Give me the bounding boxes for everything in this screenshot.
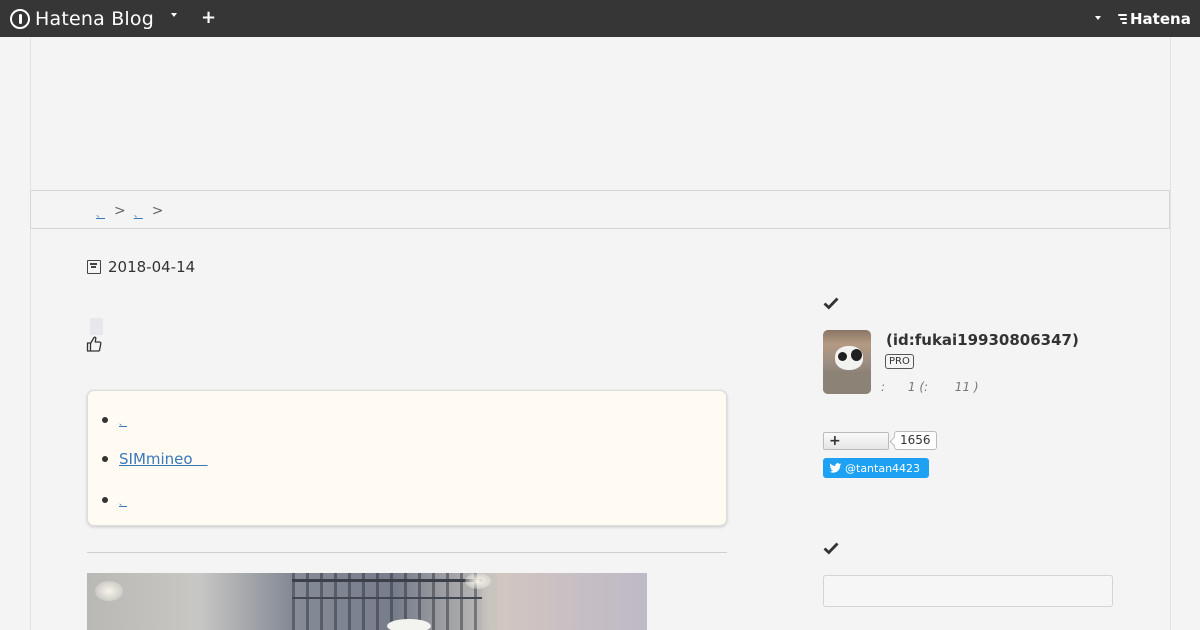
pro-badge[interactable]: PRO — [885, 354, 914, 369]
follower-count[interactable]: 1656 — [894, 431, 937, 450]
check-icon — [823, 297, 839, 310]
hatena-blog-logo[interactable]: Hatena Blog — [10, 7, 154, 31]
toc-link[interactable]: 、 — [119, 497, 127, 508]
check-icon — [823, 542, 839, 555]
user-id[interactable]: (id:fukai19930806347) — [886, 331, 1079, 349]
twitter-bird-icon — [829, 462, 842, 473]
blog-menu-chevron-down-icon[interactable] — [171, 13, 177, 17]
follow-button[interactable]: + — [823, 432, 889, 450]
logo-text: Hatena Blog — [35, 8, 154, 30]
article-date[interactable]: 2018-04-14 — [87, 258, 195, 276]
breadcrumb: 、 > 、 > — [30, 190, 1170, 229]
divider — [87, 552, 727, 553]
breadcrumb-link-1[interactable]: 、 — [96, 207, 105, 220]
hatena-lines-icon — [1118, 14, 1127, 24]
article-title[interactable] — [90, 318, 103, 335]
bullet-icon — [102, 416, 108, 423]
toc-item: 、 — [102, 411, 127, 428]
breadcrumb-separator: > — [114, 202, 126, 219]
bullet-icon — [102, 496, 108, 503]
article-photo[interactable] — [87, 573, 647, 630]
global-header: Hatena Blog + Hatena — [0, 0, 1200, 37]
breadcrumb-link-2[interactable]: 、 — [134, 207, 143, 220]
breadcrumb-separator: > — [151, 202, 164, 219]
bullet-icon — [102, 455, 108, 462]
toc-link[interactable]: SIMmineo — [119, 448, 208, 469]
twitter-handle: @tantan4423 — [845, 461, 921, 475]
account-menu-chevron-down-icon[interactable] — [1095, 16, 1101, 20]
hatena-blog-logo-icon — [10, 9, 30, 29]
hatena-brand-link[interactable]: Hatena — [1118, 8, 1191, 30]
table-of-contents: 、 SIMmineo 、 — [87, 390, 727, 526]
plus-icon: + — [829, 433, 841, 449]
user-meta: : 1 (: 11 ) — [881, 380, 979, 394]
calendar-icon — [87, 260, 101, 274]
avatar[interactable] — [823, 330, 871, 394]
article-date-text: 2018-04-14 — [108, 258, 196, 276]
thumbs-up-icon[interactable] — [86, 335, 102, 353]
toc-link[interactable]: 、 — [119, 417, 127, 428]
toc-item: 、 — [102, 491, 127, 508]
search-input[interactable] — [823, 575, 1113, 607]
toc-item: SIMmineo — [102, 448, 208, 469]
plus-icon[interactable]: + — [201, 6, 216, 30]
hatena-brand-text: Hatena — [1130, 10, 1191, 28]
twitter-follow-button[interactable]: @tantan4423 — [823, 458, 929, 478]
